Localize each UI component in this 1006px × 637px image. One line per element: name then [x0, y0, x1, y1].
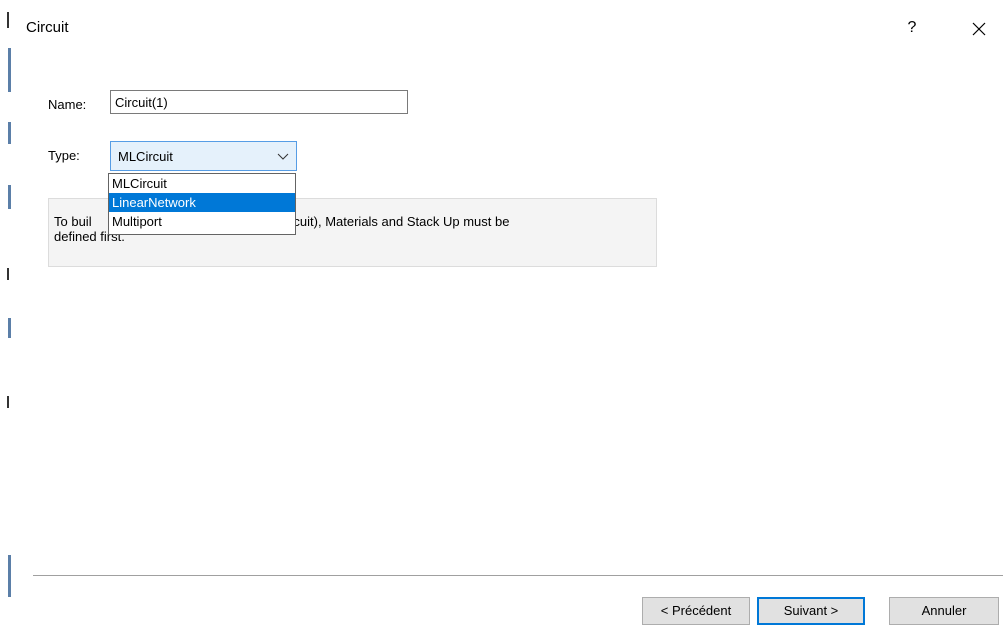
close-icon: [972, 22, 986, 36]
edge-mark: [8, 122, 11, 144]
circuit-dialog: Circuit ? Name: Type: MLCircuit To buil L…: [0, 0, 1006, 637]
next-button[interactable]: Suivant >: [757, 597, 865, 625]
edge-mark: [8, 318, 11, 338]
name-input[interactable]: [110, 90, 408, 114]
edge-mark: [8, 185, 11, 209]
type-option-linearnetwork[interactable]: LinearNetwork: [109, 193, 295, 212]
close-button[interactable]: [966, 16, 992, 42]
info-line1-end: LCircuit), Materials and Stack Up must b…: [269, 214, 510, 229]
edge-mark: [7, 12, 9, 28]
help-button[interactable]: ?: [902, 17, 922, 39]
type-dropdown-list: MLCircuit LinearNetwork Multiport: [108, 173, 296, 235]
type-select[interactable]: MLCircuit: [110, 141, 297, 171]
type-label: Type:: [48, 148, 80, 163]
background-window-edge: [0, 0, 14, 637]
footer-separator: [33, 575, 1003, 576]
edge-mark: [8, 555, 11, 597]
dialog-title: Circuit: [26, 19, 69, 36]
info-line1-start: To buil: [54, 214, 92, 229]
name-label: Name:: [48, 97, 87, 112]
type-option-mlcircuit[interactable]: MLCircuit: [109, 174, 295, 193]
edge-mark: [7, 268, 9, 280]
previous-button[interactable]: < Précédent: [642, 597, 750, 625]
chevron-down-icon: [277, 153, 289, 160]
type-select-value: MLCircuit: [118, 149, 173, 164]
edge-mark: [7, 396, 9, 408]
edge-mark: [8, 48, 11, 92]
type-option-multiport[interactable]: Multiport: [109, 212, 295, 231]
cancel-button[interactable]: Annuler: [889, 597, 999, 625]
